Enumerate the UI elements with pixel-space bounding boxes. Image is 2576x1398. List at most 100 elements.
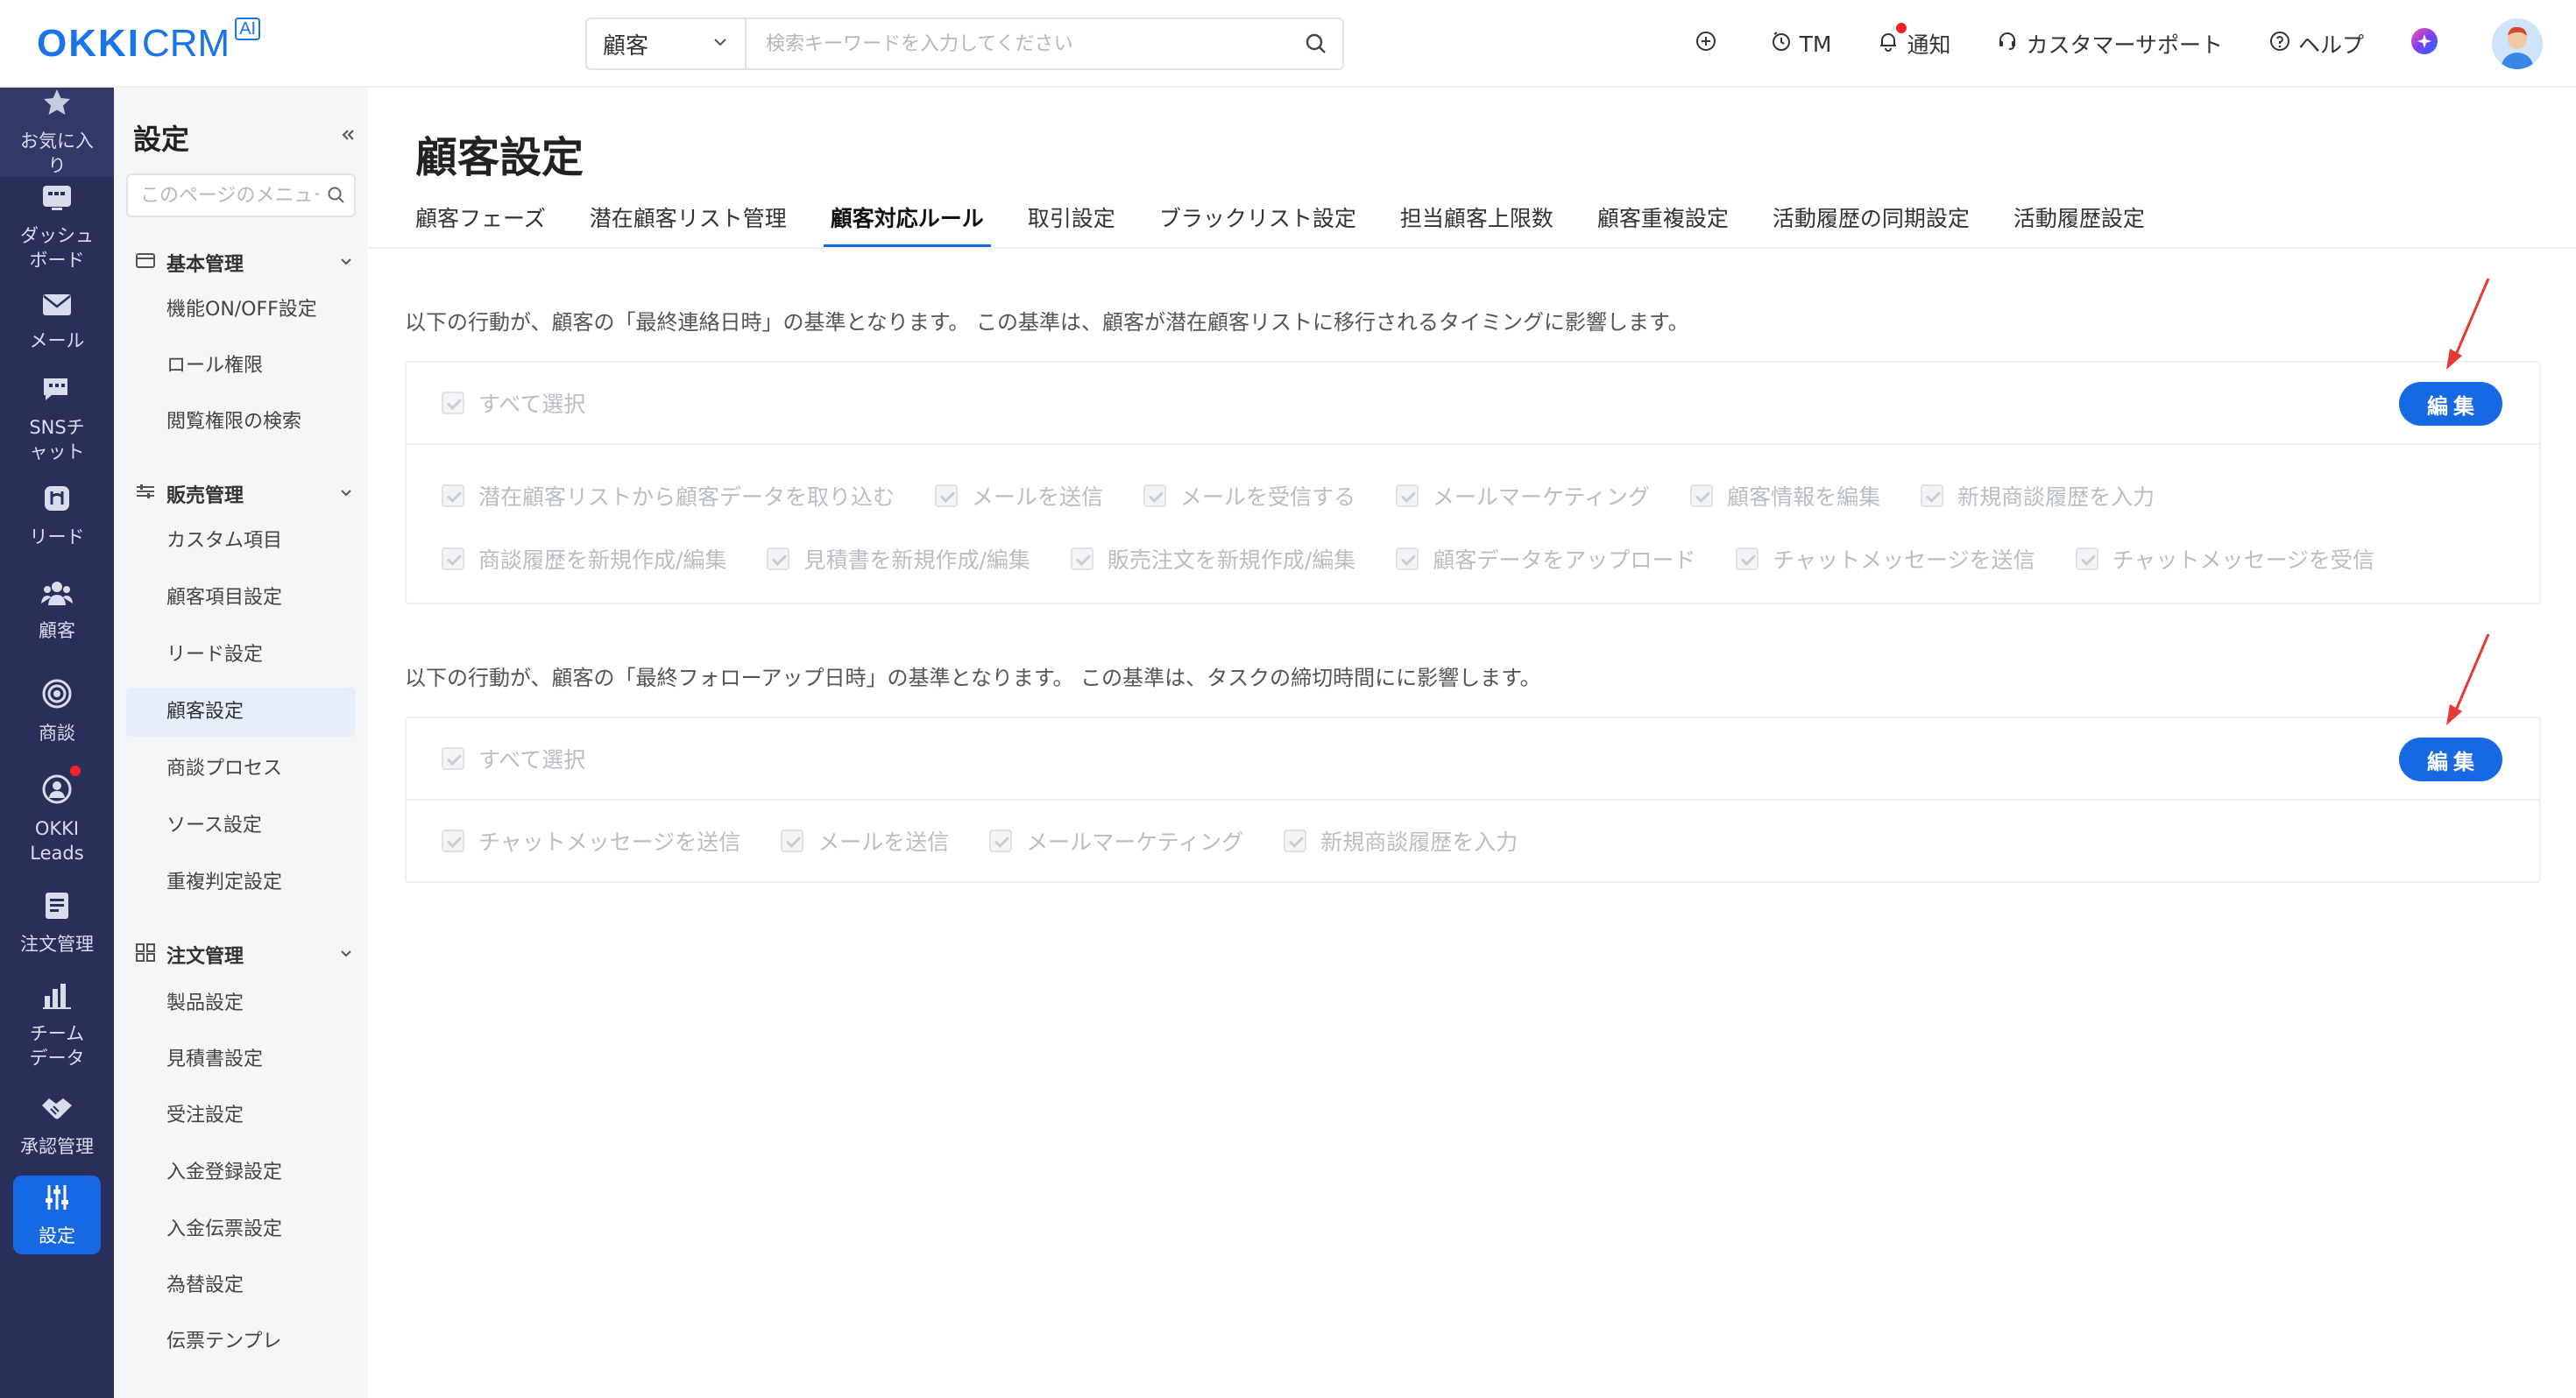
- checkbox-checked: [1396, 547, 1419, 570]
- option-create-edit-deal-history[interactable]: 商談履歴を新規作成/編集: [442, 543, 726, 575]
- submenu-item-payment-registration[interactable]: 入金登録設定: [126, 1148, 356, 1197]
- option-edit-customer-info[interactable]: 顧客情報を編集: [1690, 480, 1880, 512]
- customer-support-button[interactable]: カスタマーサポート: [1996, 28, 2223, 60]
- submenu-item-payment-slip[interactable]: 入金伝票設定: [126, 1205, 356, 1254]
- nav-team-data[interactable]: チームデータ: [0, 969, 114, 1083]
- ai-assistant-button[interactable]: [2410, 26, 2446, 61]
- submenu-item-customer-settings[interactable]: 顧客設定: [126, 688, 356, 737]
- customers-icon: [40, 579, 74, 613]
- tab-customer-phase[interactable]: 顧客フェーズ: [415, 198, 546, 249]
- option-upload-customer-data[interactable]: 顧客データをアップロード: [1396, 543, 1695, 575]
- option-new-deal-history[interactable]: 新規商談履歴を入力: [1921, 480, 2155, 512]
- option-create-edit-sales-order[interactable]: 販売注文を新規作成/編集: [1070, 543, 1355, 575]
- nav-favorites[interactable]: お気に入り: [0, 88, 114, 177]
- logo-crm-text: CRM: [142, 22, 230, 65]
- nav-deals[interactable]: 商談: [0, 662, 114, 760]
- nav-dashboard[interactable]: ダッシュボード: [0, 177, 114, 279]
- left-navigation: お気に入り ダッシュボード メール SNSチャット リード 顧客 商談 OKKI…: [0, 88, 114, 1398]
- search-scope-value: 顧客: [603, 32, 649, 60]
- tm-button[interactable]: TM: [1770, 30, 1831, 58]
- tab-customer-response-rules[interactable]: 顧客対応ルール: [823, 198, 991, 249]
- logo-okki-text: OKKI: [37, 22, 140, 65]
- search-scope-select[interactable]: 顧客: [587, 19, 747, 68]
- checkbox-checked: [442, 747, 464, 770]
- search-icon[interactable]: [319, 186, 354, 205]
- nav-mail[interactable]: メール: [0, 279, 114, 366]
- search-icon[interactable]: [1290, 32, 1342, 56]
- section1-select-all[interactable]: すべて選択: [442, 387, 585, 419]
- okki-crm-logo[interactable]: OKKI CRM AI: [37, 18, 261, 70]
- nav-leads[interactable]: リード: [0, 473, 114, 559]
- section1-option-row-1: 潜在顧客リストから顧客データを取り込む メールを送信 メールを受信する メールマ…: [442, 464, 2504, 527]
- tab-activity-settings[interactable]: 活動履歴設定: [2013, 198, 2145, 249]
- option-receive-chat-message[interactable]: チャットメッセージを受信: [2075, 543, 2374, 575]
- global-search: 顧客: [585, 18, 1344, 70]
- help-button[interactable]: ヘルプ: [2268, 28, 2364, 60]
- option-receive-mail[interactable]: メールを受信する: [1143, 480, 1355, 512]
- chevron-down-icon: [338, 252, 354, 274]
- nav-customers[interactable]: 顧客: [0, 559, 114, 662]
- tab-activity-sync[interactable]: 活動履歴の同期設定: [1773, 198, 1970, 249]
- bar-chart-icon: [41, 982, 73, 1016]
- tab-customer-duplicate[interactable]: 顧客重複設定: [1597, 198, 1729, 249]
- option-mail-marketing[interactable]: メールマーケティング: [989, 825, 1243, 857]
- dashboard-icon: [41, 184, 73, 218]
- option-new-deal-history[interactable]: 新規商談履歴を入力: [1284, 825, 1518, 857]
- submenu-item-order-settings[interactable]: 受注設定: [126, 1091, 356, 1140]
- submenu-item-product-settings[interactable]: 製品設定: [126, 979, 356, 1028]
- tab-transaction-settings[interactable]: 取引設定: [1028, 198, 1115, 249]
- nav-orders[interactable]: 注文管理: [0, 878, 114, 969]
- submenu-item-slip-template[interactable]: 伝票テンプレ: [126, 1317, 356, 1366]
- star-icon: [41, 88, 73, 124]
- add-button[interactable]: [1695, 30, 1724, 58]
- option-send-chat-message[interactable]: チャットメッセージを送信: [442, 825, 740, 857]
- chat-icon: [41, 376, 73, 410]
- submenu-item-view-permission-search[interactable]: 閲覧権限の検索: [126, 398, 356, 447]
- submenu-item-deal-process[interactable]: 商談プロセス: [126, 745, 356, 794]
- option-create-edit-quotation[interactable]: 見積書を新規作成/編集: [767, 543, 1030, 575]
- submenu-item-exchange-rate[interactable]: 為替設定: [126, 1261, 356, 1310]
- section2-edit-button[interactable]: 編集: [2399, 738, 2502, 781]
- section1-edit-button[interactable]: 編集: [2399, 382, 2502, 426]
- option-send-mail[interactable]: メールを送信: [781, 825, 949, 857]
- nav-approval[interactable]: 承認管理: [0, 1083, 114, 1170]
- tab-customer-limit[interactable]: 担当顧客上限数: [1400, 198, 1553, 249]
- group-sales-management[interactable]: 販売管理: [135, 480, 354, 508]
- section1-card-header: すべて選択 編集: [407, 363, 2539, 445]
- option-mail-marketing[interactable]: メールマーケティング: [1396, 480, 1650, 512]
- submenu-item-source-settings[interactable]: ソース設定: [126, 801, 356, 851]
- submenu-item-duplicate-rules[interactable]: 重複判定設定: [126, 858, 356, 907]
- submenu-search-input[interactable]: [128, 184, 319, 207]
- option-import-from-potential-list[interactable]: 潜在顧客リストから顧客データを取り込む: [442, 480, 895, 512]
- section1-option-row-2: 商談履歴を新規作成/編集 見積書を新規作成/編集 販売注文を新規作成/編集 顧客…: [442, 527, 2504, 590]
- group-basic-management[interactable]: 基本管理: [135, 249, 354, 277]
- group-order-management[interactable]: 注文管理: [135, 941, 354, 969]
- submenu-item-feature-toggle[interactable]: 機能ON/OFF設定: [126, 286, 356, 335]
- group-sales-icon: [135, 482, 156, 506]
- nav-label: 顧客: [39, 619, 75, 641]
- section2-card-header: すべて選択 編集: [407, 718, 2539, 801]
- checkbox-checked: [1921, 484, 1944, 507]
- collapse-double-left-icon[interactable]: [340, 126, 356, 148]
- submenu-item-quotation-settings[interactable]: 見積書設定: [126, 1035, 356, 1084]
- checkbox-checked: [935, 484, 959, 507]
- customer-support-label: カスタマーサポート: [2026, 32, 2223, 58]
- submenu-item-customer-fields[interactable]: 顧客項目設定: [126, 574, 356, 623]
- search-input[interactable]: [747, 19, 1290, 68]
- submenu-item-custom-fields[interactable]: カスタム項目: [126, 517, 356, 566]
- tab-blacklist-settings[interactable]: ブラックリスト設定: [1159, 198, 1356, 249]
- annotation-arrow-icon: [2446, 278, 2490, 370]
- tab-potential-customer-list[interactable]: 潜在顧客リスト管理: [590, 198, 787, 249]
- nav-settings[interactable]: 設定: [13, 1176, 101, 1254]
- submenu-item-role-permission[interactable]: ロール権限: [126, 342, 356, 391]
- okki-leads-icon: [41, 773, 73, 811]
- section2-select-all[interactable]: すべて選択: [442, 743, 585, 774]
- option-send-chat-message[interactable]: チャットメッセージを送信: [1736, 543, 2035, 575]
- notification-button[interactable]: 通知: [1877, 23, 1950, 60]
- nav-sns-chat[interactable]: SNSチャット: [0, 366, 114, 473]
- group-basic-icon: [135, 251, 156, 275]
- option-send-mail[interactable]: メールを送信: [935, 480, 1103, 512]
- avatar[interactable]: [2492, 18, 2543, 69]
- submenu-item-lead-settings[interactable]: リード設定: [126, 631, 356, 680]
- nav-okki-leads[interactable]: OKKI Leads: [0, 760, 114, 878]
